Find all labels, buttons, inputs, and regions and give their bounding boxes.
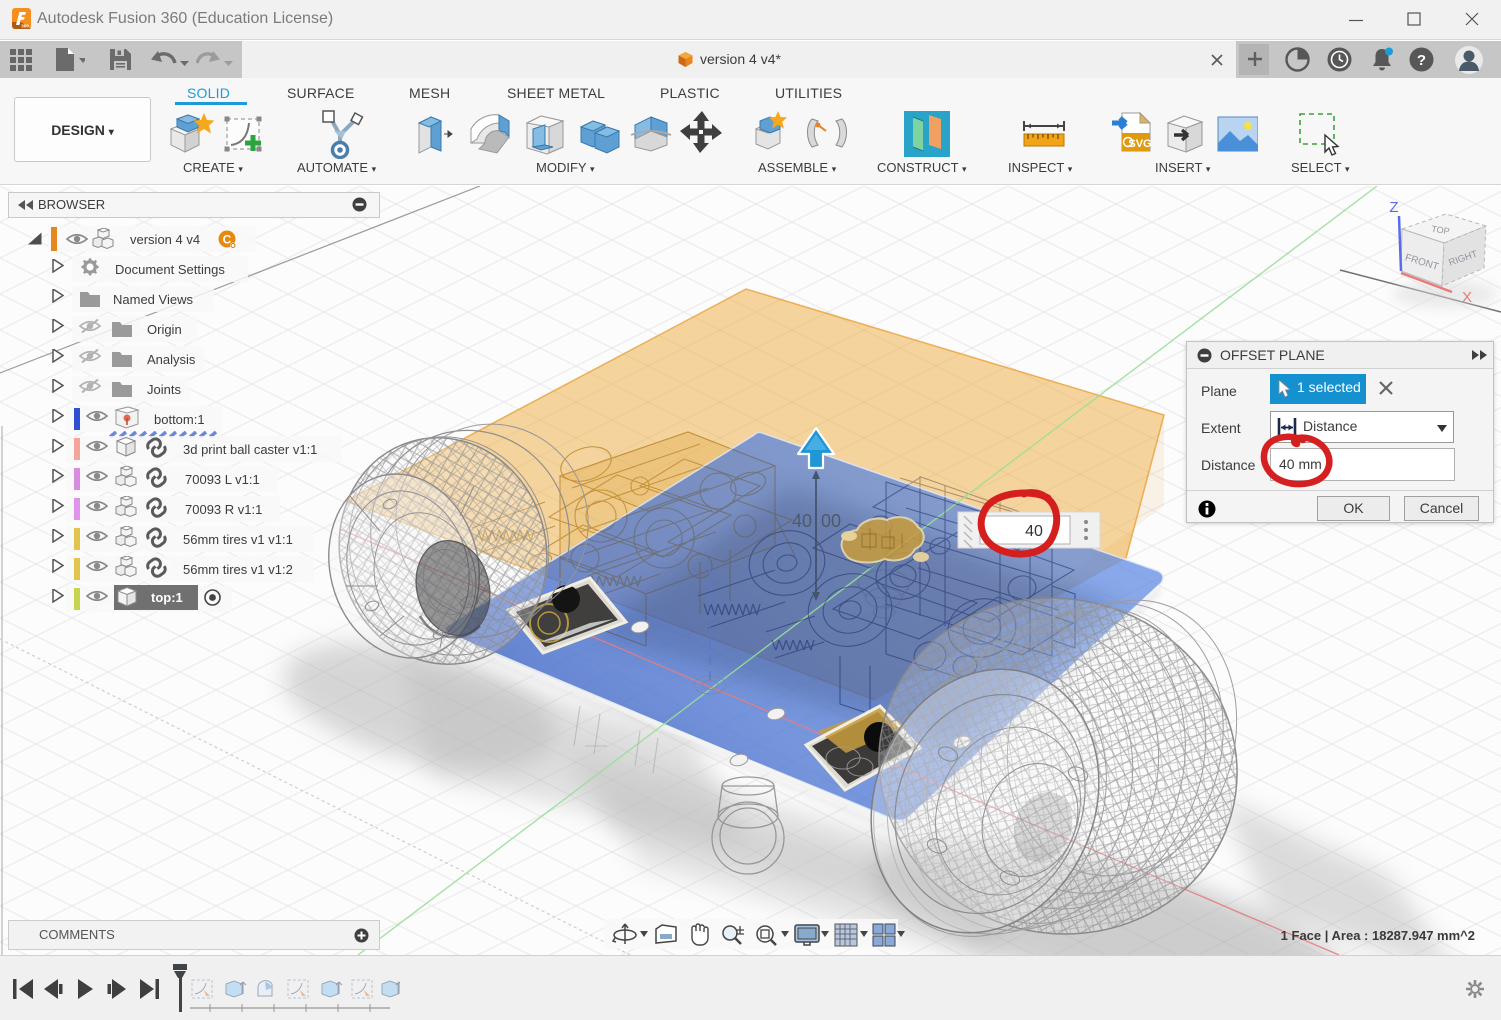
svg-text:X: X — [1462, 289, 1472, 306]
svg-text:40: 40 — [792, 511, 812, 531]
svg-text:360: 360 — [21, 24, 29, 29]
svg-text:00: 00 — [821, 511, 841, 531]
svg-text:40: 40 — [1025, 523, 1043, 540]
svg-text:Z: Z — [1389, 199, 1398, 216]
svg-text:?: ? — [1417, 52, 1426, 69]
